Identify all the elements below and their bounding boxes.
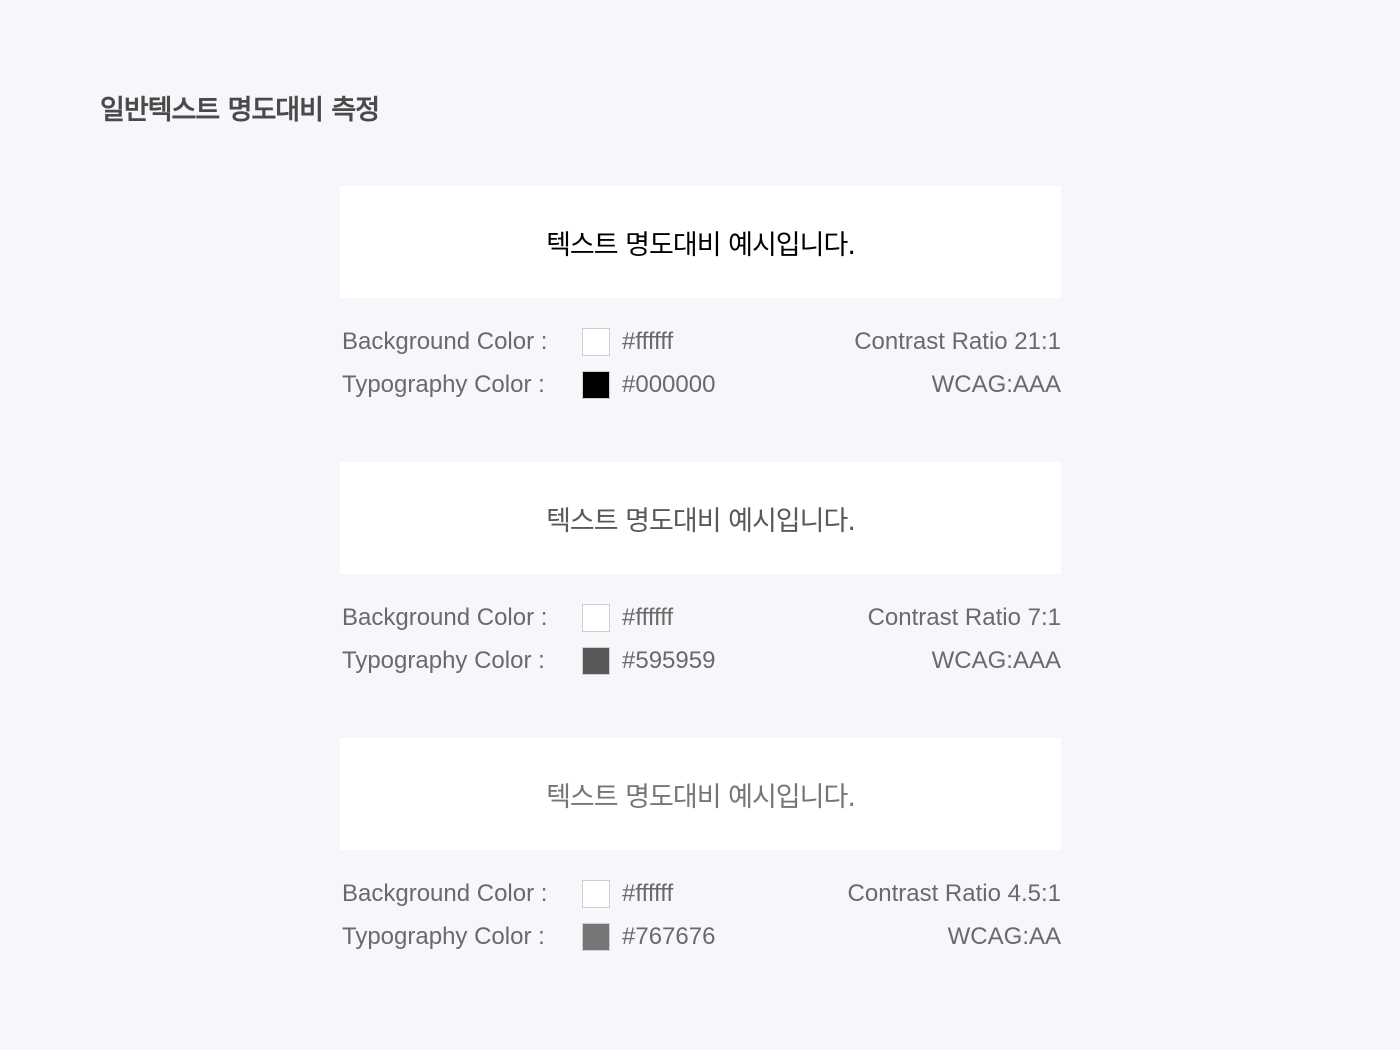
contrast-ratio: Contrast Ratio 21:1 xyxy=(854,327,1061,355)
background-hex: #ffffff xyxy=(622,603,674,631)
contrast-sample: 텍스트 명도대비 예시입니다. Background Color : #ffff… xyxy=(340,186,1061,406)
background-row: Background Color : #ffffff Contrast Rati… xyxy=(340,596,1061,639)
color-info: Background Color : #ffffff Contrast Rati… xyxy=(340,596,1061,682)
text-preview-box: 텍스트 명도대비 예시입니다. xyxy=(340,738,1061,850)
preview-text: 텍스트 명도대비 예시입니다. xyxy=(546,505,856,537)
background-hex: #ffffff xyxy=(622,327,674,355)
background-swatch xyxy=(582,327,610,356)
background-hex: #ffffff xyxy=(622,879,674,907)
color-info: Background Color : #ffffff Contrast Rati… xyxy=(340,872,1061,958)
typography-hex: #767676 xyxy=(622,922,716,950)
typography-row: Typography Color : #767676 WCAG:AA xyxy=(340,915,1061,958)
text-preview-box: 텍스트 명도대비 예시입니다. xyxy=(340,186,1061,298)
text-preview-box: 텍스트 명도대비 예시입니다. xyxy=(340,462,1061,574)
contrast-ratio: Contrast Ratio 4.5:1 xyxy=(847,879,1061,907)
wcag-level: WCAG:AA xyxy=(947,922,1061,950)
background-swatch xyxy=(582,879,610,908)
contrast-sample: 텍스트 명도대비 예시입니다. Background Color : #ffff… xyxy=(340,738,1061,958)
background-color-label: Background Color : xyxy=(342,603,548,631)
typography-swatch xyxy=(582,922,610,951)
typography-swatch xyxy=(582,370,610,399)
contrast-ratio: Contrast Ratio 7:1 xyxy=(867,603,1061,631)
background-swatch xyxy=(582,603,610,632)
typography-row: Typography Color : #595959 WCAG:AAA xyxy=(340,639,1061,682)
contrast-samples: 텍스트 명도대비 예시입니다. Background Color : #ffff… xyxy=(340,186,1061,1014)
typography-hex: #595959 xyxy=(622,646,716,674)
page-title: 일반텍스트 명도대비 측정 xyxy=(100,95,380,126)
preview-text: 텍스트 명도대비 예시입니다. xyxy=(546,781,856,813)
contrast-sample: 텍스트 명도대비 예시입니다. Background Color : #ffff… xyxy=(340,462,1061,682)
background-row: Background Color : #ffffff Contrast Rati… xyxy=(340,872,1061,915)
preview-text: 텍스트 명도대비 예시입니다. xyxy=(546,229,856,261)
background-row: Background Color : #ffffff Contrast Rati… xyxy=(340,320,1061,363)
background-color-label: Background Color : xyxy=(342,879,548,907)
typography-color-label: Typography Color : xyxy=(342,646,545,674)
wcag-level: WCAG:AAA xyxy=(931,370,1061,398)
typography-hex: #000000 xyxy=(622,370,716,398)
color-info: Background Color : #ffffff Contrast Rati… xyxy=(340,320,1061,406)
typography-swatch xyxy=(582,646,610,675)
wcag-level: WCAG:AAA xyxy=(931,646,1061,674)
typography-row: Typography Color : #000000 WCAG:AAA xyxy=(340,363,1061,406)
background-color-label: Background Color : xyxy=(342,327,548,355)
typography-color-label: Typography Color : xyxy=(342,922,545,950)
typography-color-label: Typography Color : xyxy=(342,370,545,398)
